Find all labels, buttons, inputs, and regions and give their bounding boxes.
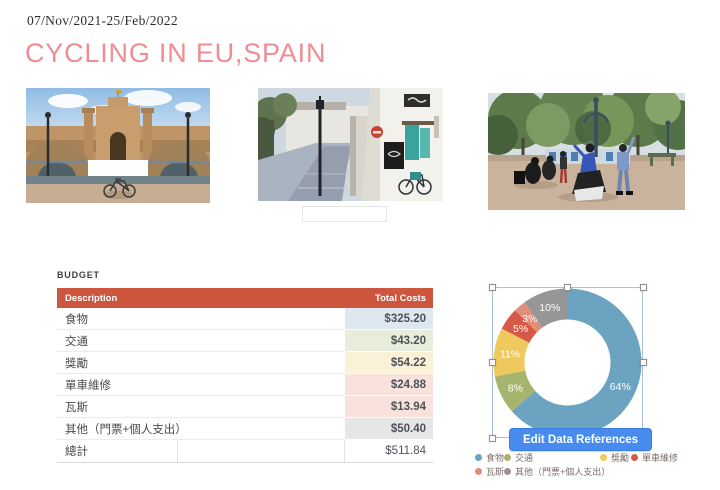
date-range-text[interactable]: 07/Nov/2021-25/Feb/2022 (27, 13, 178, 29)
legend-swatch-icon (504, 454, 511, 461)
total-row-value[interactable]: $511.84 (345, 440, 433, 462)
donut-chart-object[interactable]: 64%8%11%5%3%10% (492, 287, 643, 438)
photo-street-illustration (258, 88, 443, 201)
selection-handle[interactable] (640, 284, 647, 291)
selection-handle[interactable] (489, 284, 496, 291)
row-description-cell[interactable]: 瓦斯 (57, 396, 345, 418)
slice-percent-label: 10% (539, 302, 560, 314)
column-header-total-costs[interactable]: Total Costs (345, 293, 433, 304)
legend-item-交通[interactable]: 交通 (504, 451, 533, 464)
budget-total-row[interactable]: 總計 $511.84 (57, 440, 433, 463)
row-total-cell[interactable]: $325.20 (345, 308, 433, 330)
legend-swatch-icon (631, 454, 638, 461)
row-total-cell[interactable]: $43.20 (345, 330, 433, 352)
slice-percent-label: 11% (500, 349, 520, 361)
photo-flamenco-dancers-in-park[interactable] (488, 93, 685, 210)
photo-park-illustration (488, 93, 685, 210)
selection-handle[interactable] (640, 359, 647, 366)
budget-table-row[interactable]: 瓦斯$13.94 (57, 396, 433, 418)
budget-table-header-row: Description Total Costs (57, 288, 433, 308)
row-description-cell[interactable]: 食物 (57, 308, 345, 330)
legend-label: 其他（門票+個人支出） (515, 465, 610, 478)
donut-chart[interactable]: 64%8%11%5%3%10% (492, 287, 643, 438)
legend-label: 獎勵 (611, 451, 629, 464)
selection-handle[interactable] (489, 359, 496, 366)
budget-table-body: 食物$325.20交通$43.20獎勵$54.22單車維修$24.88瓦斯$13… (57, 308, 433, 440)
slide-title[interactable]: CYCLING IN EU,SPAIN (25, 38, 326, 69)
empty-caption-box[interactable] (302, 206, 387, 222)
legend-swatch-icon (475, 454, 482, 461)
selection-handle[interactable] (489, 435, 496, 442)
row-total-cell[interactable]: $24.88 (345, 374, 433, 396)
budget-table-row[interactable]: 獎勵$54.22 (57, 352, 433, 374)
legend-item-單車維修[interactable]: 單車維修 (631, 451, 678, 464)
total-row-spacer-cell[interactable] (178, 440, 346, 462)
budget-table-row[interactable]: 單車維修$24.88 (57, 374, 433, 396)
legend-label: 食物 (486, 451, 504, 464)
keynote-slide: 07/Nov/2021-25/Feb/2022 CYCLING IN EU,SP… (0, 0, 720, 490)
photo-plaza-de-espana-with-bicycle[interactable] (26, 88, 210, 203)
legend-swatch-icon (600, 454, 607, 461)
row-total-cell[interactable]: $54.22 (345, 352, 433, 374)
budget-section-label: BUDGET (57, 270, 100, 280)
budget-table: Description Total Costs 食物$325.20交通$43.2… (57, 288, 433, 463)
slice-percent-label: 64% (610, 381, 631, 393)
row-description-cell[interactable]: 單車維修 (57, 374, 345, 396)
selection-handle[interactable] (564, 284, 571, 291)
budget-table-row[interactable]: 交通$43.20 (57, 330, 433, 352)
legend-item-獎勵[interactable]: 獎勵 (600, 451, 629, 464)
legend-item-食物[interactable]: 食物 (475, 451, 504, 464)
row-description-cell[interactable]: 其他（門票+個人支出） (57, 418, 345, 440)
slice-percent-label: 8% (508, 383, 523, 395)
edit-data-references-button[interactable]: Edit Data References (509, 428, 652, 451)
legend-swatch-icon (504, 468, 511, 475)
legend-swatch-icon (475, 468, 482, 475)
column-header-description[interactable]: Description (57, 293, 345, 304)
budget-table-row[interactable]: 食物$325.20 (57, 308, 433, 330)
row-total-cell[interactable]: $50.40 (345, 418, 433, 440)
photo-plaza-illustration (26, 88, 210, 203)
photo-white-village-street-with-bike-shop[interactable] (258, 88, 443, 201)
row-description-cell[interactable]: 交通 (57, 330, 345, 352)
legend-label: 單車維修 (642, 451, 678, 464)
total-row-label[interactable]: 總計 (57, 440, 178, 462)
legend-item-其他（門票+個人支出）[interactable]: 其他（門票+個人支出） (504, 465, 610, 478)
legend-item-瓦斯[interactable]: 瓦斯 (475, 465, 504, 478)
legend-label: 交通 (515, 451, 533, 464)
row-description-cell[interactable]: 獎勵 (57, 352, 345, 374)
budget-table-row[interactable]: 其他（門票+個人支出）$50.40 (57, 418, 433, 440)
legend-label: 瓦斯 (486, 465, 504, 478)
row-total-cell[interactable]: $13.94 (345, 396, 433, 418)
